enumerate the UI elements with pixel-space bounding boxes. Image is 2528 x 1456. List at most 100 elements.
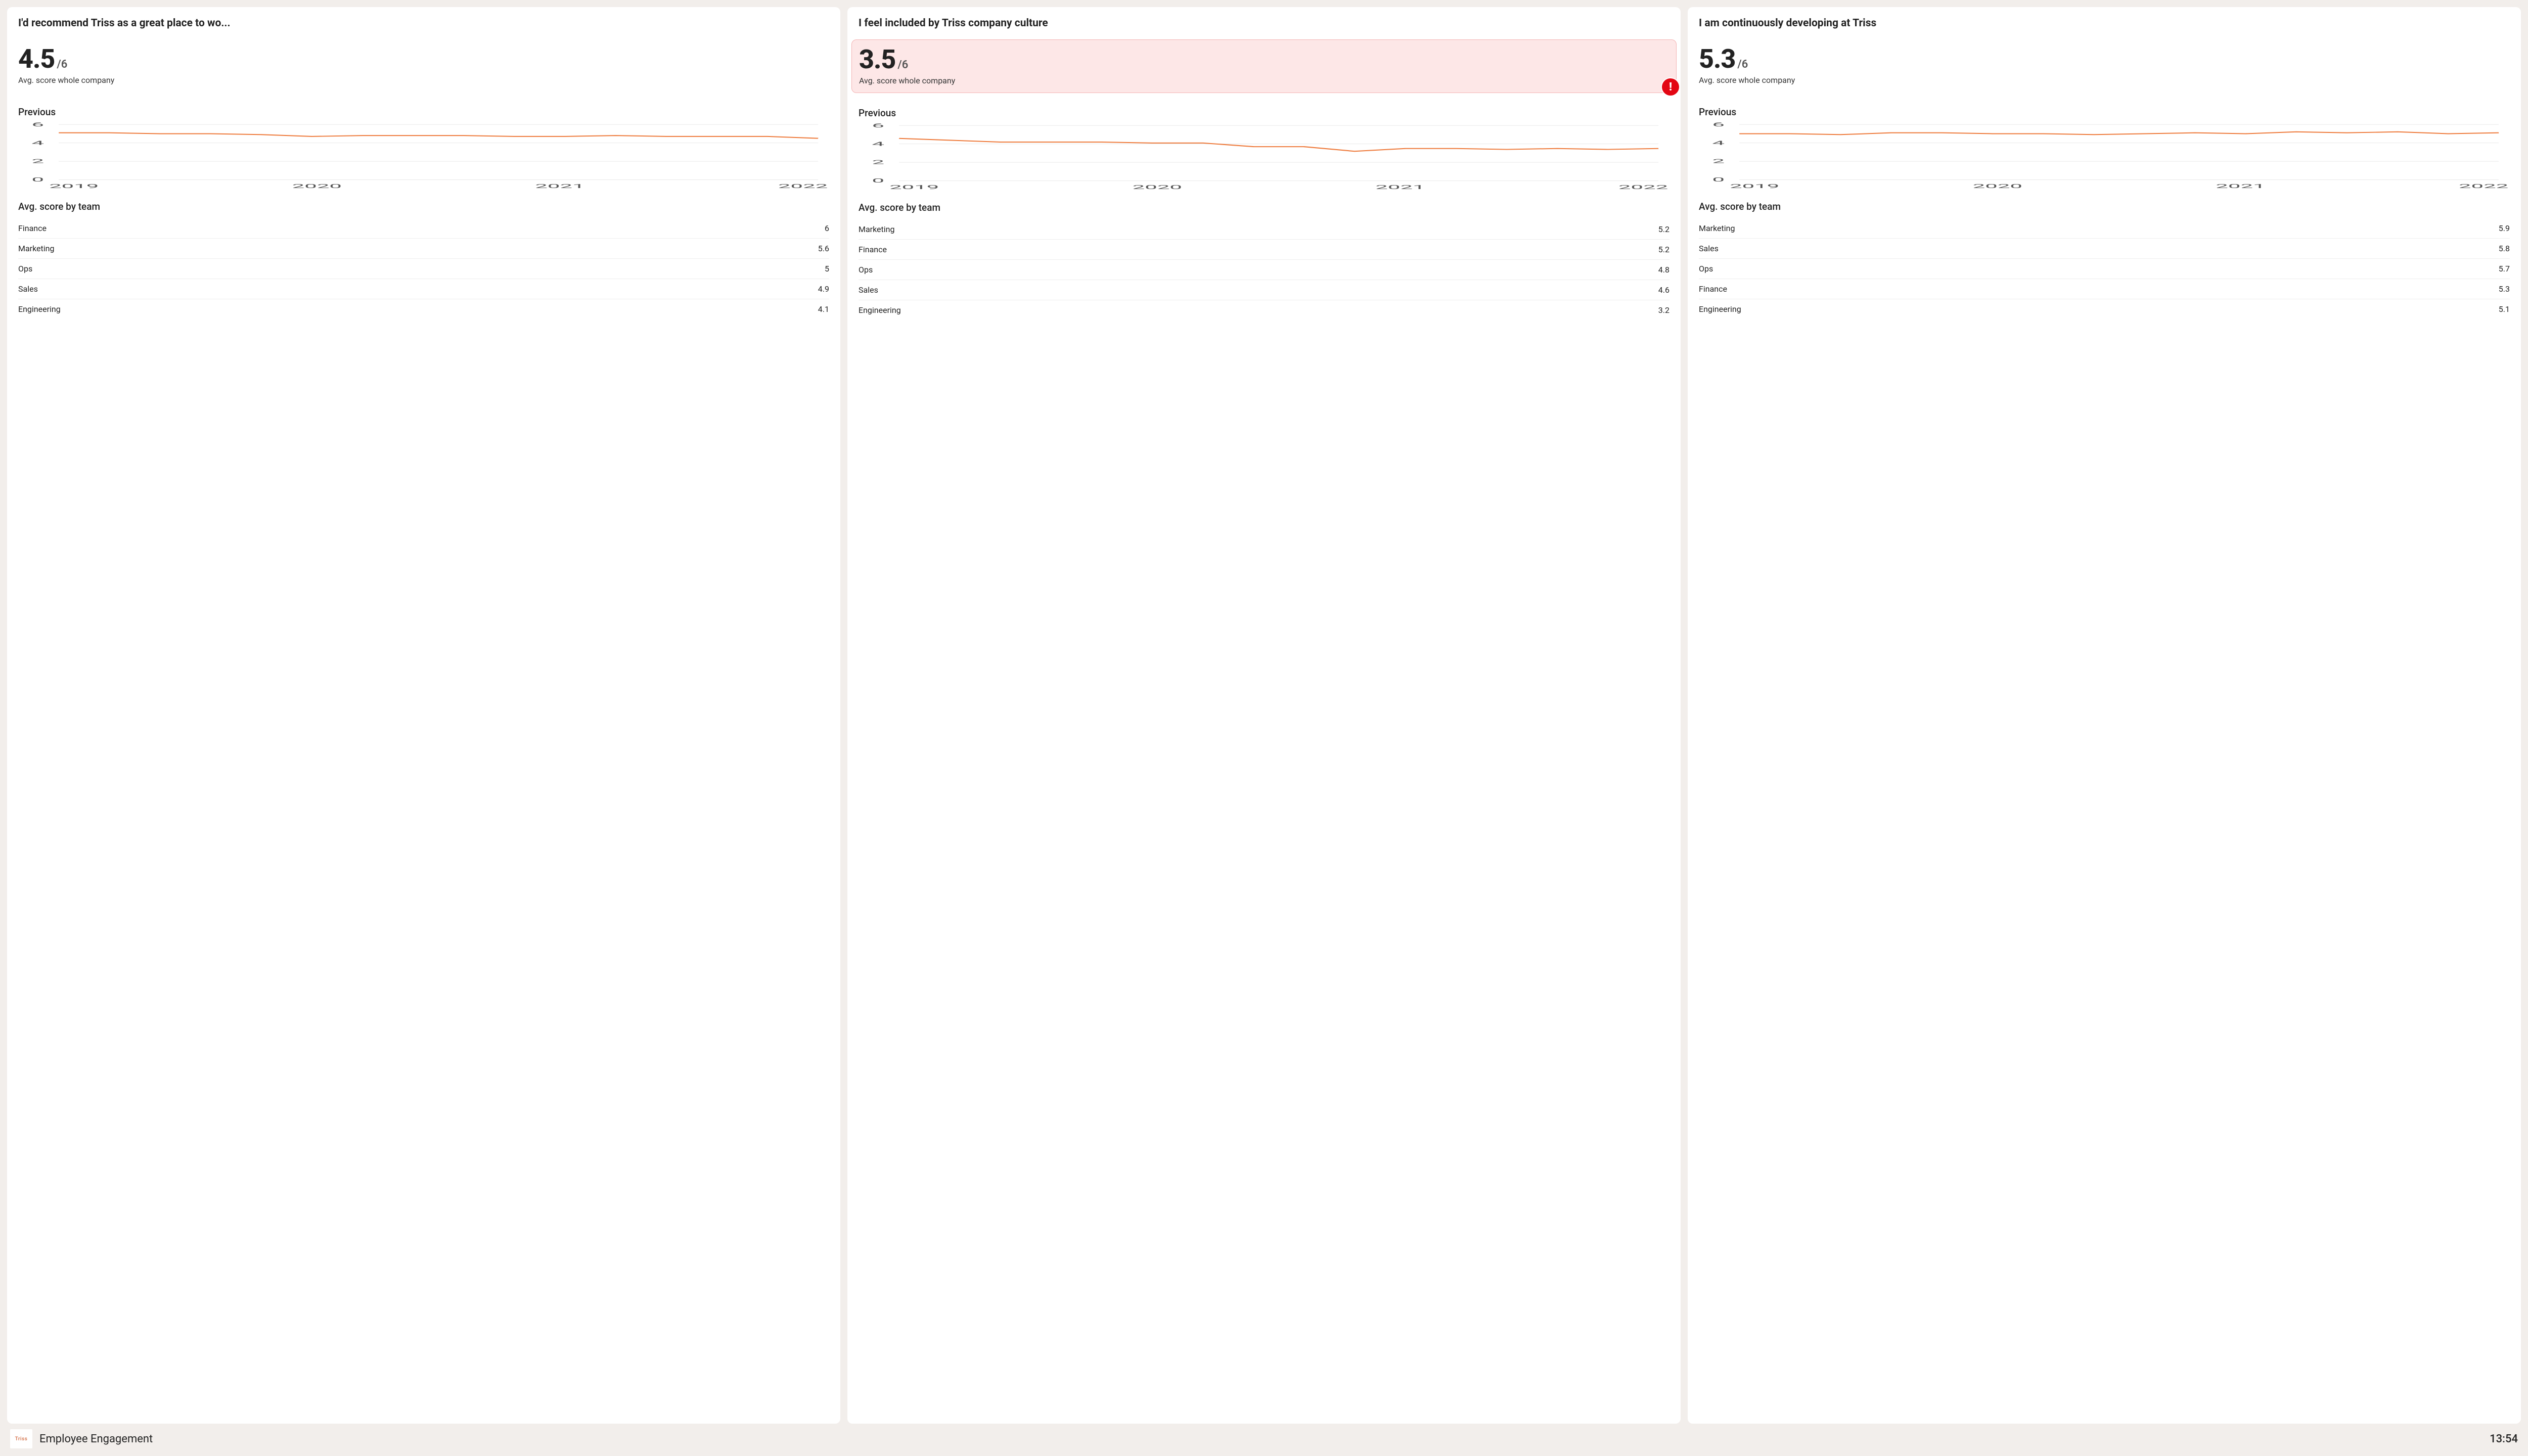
team-name: Marketing bbox=[1699, 223, 1735, 233]
team-row: Engineering 5.1 bbox=[1699, 299, 2510, 319]
team-value: 4.8 bbox=[1658, 265, 1669, 275]
svg-text:4: 4 bbox=[31, 140, 44, 146]
trend-chart: 02462019202020212022 bbox=[18, 121, 829, 192]
team-value: 5.2 bbox=[1658, 224, 1669, 234]
brand-logo: Triss bbox=[10, 1429, 32, 1448]
score-box-alert: 3.5 /6 Avg. score whole company ! bbox=[851, 39, 1677, 93]
svg-text:2021: 2021 bbox=[2216, 183, 2265, 190]
team-row: Marketing 5.6 bbox=[18, 239, 829, 259]
footer-bar: Triss Employee Engagement 13:54 bbox=[7, 1424, 2521, 1449]
previous-label: Previous bbox=[859, 107, 1669, 119]
card-title: I feel included by Triss company culture bbox=[859, 17, 1669, 29]
svg-text:2: 2 bbox=[1712, 158, 1725, 164]
by-team-label: Avg. score by team bbox=[18, 201, 829, 212]
by-team-label: Avg. score by team bbox=[859, 202, 1669, 213]
team-row: Sales 5.8 bbox=[1699, 239, 2510, 259]
team-name: Finance bbox=[18, 223, 47, 233]
team-name: Ops bbox=[18, 264, 32, 274]
team-value: 5 bbox=[825, 264, 829, 274]
team-name: Ops bbox=[859, 265, 873, 275]
team-value: 6 bbox=[825, 223, 829, 233]
team-value: 4.9 bbox=[818, 284, 829, 294]
svg-text:2020: 2020 bbox=[1133, 184, 1182, 191]
engagement-card[interactable]: I am continuously developing at Triss 5.… bbox=[1688, 7, 2521, 1424]
card-title: I'd recommend Triss as a great place to … bbox=[18, 17, 829, 29]
svg-text:2022: 2022 bbox=[778, 183, 828, 190]
svg-text:0: 0 bbox=[31, 176, 44, 183]
team-name: Finance bbox=[1699, 284, 1727, 294]
svg-text:2019: 2019 bbox=[889, 184, 939, 191]
svg-text:2021: 2021 bbox=[535, 183, 584, 190]
team-name: Marketing bbox=[859, 224, 894, 234]
team-name: Engineering bbox=[859, 305, 901, 315]
team-name: Engineering bbox=[1699, 304, 1741, 314]
score-value: 5.3 bbox=[1699, 43, 1735, 74]
score-subtitle: Avg. score whole company bbox=[1699, 75, 2510, 85]
card-title: I am continuously developing at Triss bbox=[1699, 17, 2510, 29]
cards-row: I'd recommend Triss as a great place to … bbox=[7, 7, 2521, 1424]
team-row: Ops 5 bbox=[18, 259, 829, 279]
team-name: Engineering bbox=[18, 304, 61, 314]
svg-text:6: 6 bbox=[872, 122, 884, 129]
team-name: Sales bbox=[859, 285, 878, 295]
trend-chart: 0 2 4 6 2019 2020 2021 2022 bbox=[1699, 121, 2510, 192]
team-name: Marketing bbox=[18, 244, 54, 253]
team-name: Finance bbox=[859, 245, 887, 254]
team-row: Finance 5.3 bbox=[1699, 279, 2510, 299]
score-box: 5.3 /6 Avg. score whole company bbox=[1692, 39, 2517, 92]
svg-text:6: 6 bbox=[1712, 121, 1725, 128]
clock: 13:54 bbox=[2490, 1433, 2518, 1445]
team-name: Sales bbox=[1699, 244, 1719, 253]
score-box: 4.5 /6 Avg. score whole company bbox=[11, 39, 836, 92]
svg-text:0: 0 bbox=[872, 177, 884, 184]
score-main: 3.5 /6 bbox=[859, 44, 1669, 75]
team-row: Marketing 5.9 bbox=[1699, 218, 2510, 239]
team-value: 5.2 bbox=[1658, 245, 1669, 254]
svg-text:2019: 2019 bbox=[49, 183, 99, 190]
team-row: Sales4.9 bbox=[18, 279, 829, 299]
score-max: /6 bbox=[57, 58, 67, 71]
team-list: Finance 6 Marketing 5.6 Ops 5 Sales4.9 Engi… bbox=[18, 218, 829, 319]
score-main: 5.3 /6 bbox=[1699, 43, 2510, 74]
alert-icon: ! bbox=[1662, 78, 1679, 96]
team-value: 4.6 bbox=[1658, 285, 1669, 295]
svg-text:4: 4 bbox=[1712, 140, 1725, 146]
team-row: Finance 5.2 bbox=[859, 240, 1669, 260]
footer-left: Triss Employee Engagement bbox=[10, 1429, 153, 1448]
score-main: 4.5 /6 bbox=[18, 43, 829, 74]
svg-text:2020: 2020 bbox=[292, 183, 342, 190]
by-team-label: Avg. score by team bbox=[1699, 201, 2510, 212]
dashboard-title: Employee Engagement bbox=[39, 1433, 153, 1445]
svg-text:2022: 2022 bbox=[1618, 184, 1668, 191]
team-row: Ops 4.8 bbox=[859, 260, 1669, 280]
engagement-card[interactable]: I feel included by Triss company culture… bbox=[847, 7, 1681, 1424]
svg-text:2021: 2021 bbox=[1375, 184, 1425, 191]
previous-label: Previous bbox=[1699, 106, 2510, 118]
team-value: 4.1 bbox=[818, 304, 829, 314]
team-row: Ops 5.7 bbox=[1699, 259, 2510, 279]
svg-text:2019: 2019 bbox=[1730, 183, 1779, 190]
score-max: /6 bbox=[1737, 58, 1748, 71]
team-row: Engineering3.2 bbox=[859, 300, 1669, 320]
svg-text:2020: 2020 bbox=[1973, 183, 2022, 190]
team-value: 5.1 bbox=[2499, 304, 2510, 314]
team-row: Sales 4.6 bbox=[859, 280, 1669, 300]
svg-text:2: 2 bbox=[31, 158, 44, 164]
score-value: 3.5 bbox=[859, 44, 895, 75]
score-subtitle: Avg. score whole company bbox=[859, 76, 1669, 85]
team-row: Marketing 5.2 bbox=[859, 219, 1669, 240]
svg-text:0: 0 bbox=[1712, 176, 1725, 183]
svg-text:2: 2 bbox=[872, 159, 884, 165]
team-value: 5.3 bbox=[2499, 284, 2510, 294]
engagement-card[interactable]: I'd recommend Triss as a great place to … bbox=[7, 7, 840, 1424]
team-name: Ops bbox=[1699, 264, 1713, 274]
team-value: 5.7 bbox=[2499, 264, 2510, 274]
team-value: 5.8 bbox=[2499, 244, 2510, 253]
team-value: 5.9 bbox=[2499, 223, 2510, 233]
trend-chart: 02462019202020212022 bbox=[859, 122, 1669, 193]
score-subtitle: Avg. score whole company bbox=[18, 75, 829, 85]
team-row: Engineering 4.1 bbox=[18, 299, 829, 319]
svg-text:2022: 2022 bbox=[2459, 183, 2508, 190]
team-value: 5.6 bbox=[818, 244, 829, 253]
team-list: Marketing5.2 Finance5.2 Ops4.8 Sales4.6 … bbox=[859, 219, 1669, 320]
